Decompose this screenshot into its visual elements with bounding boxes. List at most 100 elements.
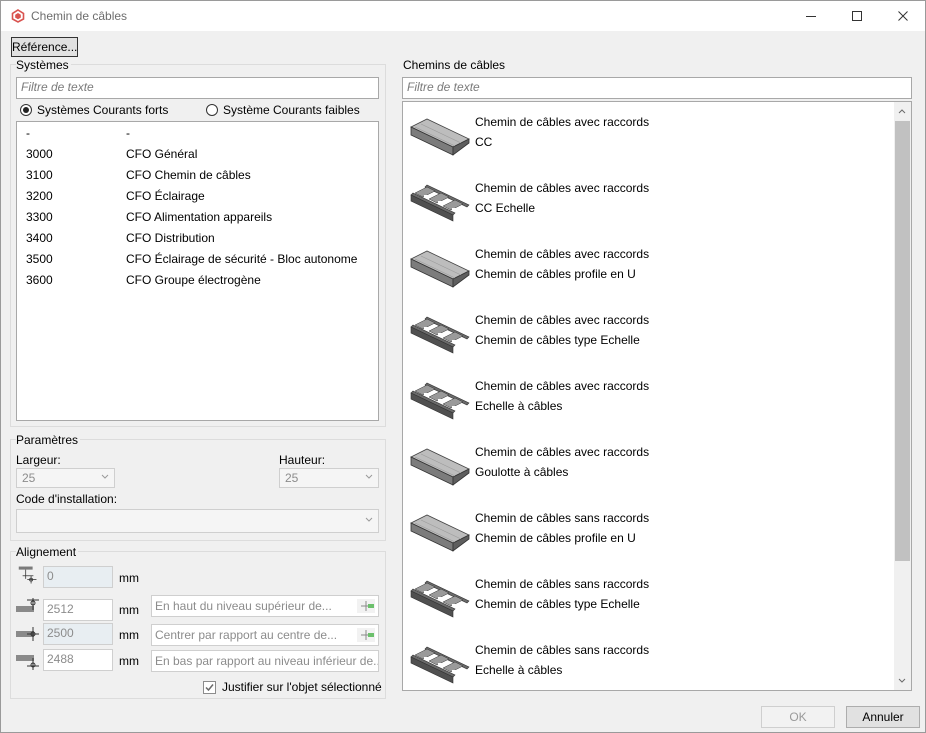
systems-row[interactable]: 3300 CFO Alimentation appareils bbox=[17, 207, 378, 228]
cancel-button[interactable]: Annuler bbox=[846, 706, 920, 728]
checkmark-icon bbox=[205, 683, 214, 691]
systems-row[interactable]: 3600 CFO Groupe électrogène bbox=[17, 270, 378, 291]
systems-list[interactable]: -- 3000 CFO Général 3100 CFO Chemin de câb… bbox=[16, 121, 379, 421]
cable-tray-type: Echelle à câbles bbox=[475, 663, 563, 677]
scroll-up-icon[interactable] bbox=[897, 106, 907, 116]
justify-checkbox[interactable]: Justifier sur l'objet sélectionné bbox=[203, 680, 382, 694]
systems-row[interactable]: 3000 CFO Général bbox=[17, 144, 378, 165]
cable-tray-item[interactable]: Chemin de câbles sans raccords Echelle à … bbox=[403, 631, 893, 690]
close-button[interactable] bbox=[880, 1, 926, 31]
system-name: CFO Éclairage bbox=[126, 189, 205, 203]
systems-row[interactable]: 3400 CFO Distribution bbox=[17, 228, 378, 249]
close-icon bbox=[898, 11, 908, 21]
radio-selected-indicator bbox=[20, 104, 32, 116]
cable-tray-item[interactable]: Chemin de câbles avec raccords Echelle à … bbox=[403, 367, 893, 433]
system-code: 3400 bbox=[26, 231, 53, 245]
cable-tray-type: Goulotte à câbles bbox=[475, 465, 569, 479]
title-bar[interactable]: Chemin de câbles bbox=[1, 1, 925, 31]
solid-tray-icon bbox=[409, 113, 471, 157]
systems-filter-input[interactable]: Filtre de texte bbox=[16, 77, 379, 99]
system-name: CFO Alimentation appareils bbox=[126, 210, 273, 224]
pick-level-icon[interactable] bbox=[357, 599, 375, 613]
cable-trays-list[interactable]: Chemin de câbles avec raccords CC Chemin d… bbox=[402, 101, 912, 691]
center-reference-select[interactable]: Centrer par rapport au centre de... bbox=[151, 624, 379, 646]
solid-tray-icon bbox=[409, 245, 471, 289]
bottom-align-icon bbox=[16, 655, 39, 670]
ladder-tray-icon bbox=[409, 641, 471, 685]
top-align-icon bbox=[16, 598, 39, 612]
cable-tray-item[interactable]: Chemin de câbles avec raccords Goulotte à… bbox=[403, 433, 893, 499]
maximize-button[interactable] bbox=[834, 1, 880, 31]
pick-level-icon[interactable] bbox=[357, 628, 375, 642]
ok-button[interactable]: OK bbox=[761, 706, 835, 728]
radio-unselected-indicator bbox=[206, 104, 218, 116]
height-label: Hauteur: bbox=[279, 453, 326, 467]
bottom-offset-input[interactable]: 2488 bbox=[43, 649, 113, 671]
center-offset-input[interactable]: 2500 bbox=[43, 623, 113, 645]
top-reference-select[interactable]: En haut du niveau supérieur de... bbox=[151, 595, 379, 617]
cable-tray-category: Chemin de câbles avec raccords bbox=[475, 313, 650, 327]
dialog-window: Chemin de câbles Référence... Systèmes F… bbox=[0, 0, 926, 733]
cable-tray-category: Chemin de câbles avec raccords bbox=[475, 379, 650, 393]
reference-button[interactable]: Référence... bbox=[11, 37, 78, 57]
scroll-thumb[interactable] bbox=[895, 121, 910, 561]
bottom-reference-select[interactable]: En bas par rapport au niveau inférieur d… bbox=[151, 650, 379, 672]
cable-tray-item[interactable]: Chemin de câbles avec raccords Chemin de … bbox=[403, 235, 893, 301]
scroll-down-icon[interactable] bbox=[897, 676, 907, 686]
center-offset-unit: mm bbox=[119, 628, 139, 642]
system-name: CFO Chemin de câbles bbox=[126, 168, 251, 182]
app-logo-icon bbox=[11, 9, 25, 23]
cable-tray-type: CC bbox=[475, 135, 493, 149]
system-name: CFO Groupe électrogène bbox=[126, 273, 261, 287]
system-name: - bbox=[126, 126, 130, 140]
solid-tray-icon bbox=[409, 509, 471, 553]
parameters-group-label: Paramètres bbox=[16, 433, 81, 447]
ladder-tray-icon bbox=[409, 377, 471, 421]
systems-row[interactable]: 3500 CFO Éclairage de sécurité - Bloc aut… bbox=[17, 249, 378, 270]
ladder-tray-icon bbox=[409, 575, 471, 619]
system-code: 3300 bbox=[26, 210, 53, 224]
cable-tray-type: Chemin de câbles type Echelle bbox=[475, 597, 640, 611]
cable-tray-category: Chemin de câbles avec raccords bbox=[475, 445, 650, 459]
systems-row[interactable]: -- bbox=[17, 123, 378, 144]
cable-tray-item[interactable]: Chemin de câbles avec raccords Chemin de … bbox=[403, 301, 893, 367]
chevron-down-icon bbox=[101, 474, 109, 479]
window-title: Chemin de câbles bbox=[31, 9, 128, 23]
install-code-select[interactable] bbox=[16, 509, 379, 533]
systems-row[interactable]: 3100 CFO Chemin de câbles bbox=[17, 165, 378, 186]
width-select[interactable]: 25 bbox=[16, 468, 115, 488]
width-value: 25 bbox=[22, 471, 36, 485]
systems-group-label: Systèmes bbox=[16, 58, 71, 72]
cable-trays-label: Chemins de câbles bbox=[403, 58, 506, 72]
radio-strong-current[interactable]: Systèmes Courants forts bbox=[20, 103, 168, 117]
width-label: Largeur: bbox=[16, 453, 61, 467]
cable-tray-item[interactable]: Chemin de câbles sans raccords Chemin de … bbox=[403, 565, 893, 631]
cable-tray-item[interactable]: Chemin de câbles sans raccords Chemin de … bbox=[403, 499, 893, 565]
cable-tray-type: CC Echelle bbox=[475, 201, 536, 215]
vertical-scrollbar[interactable] bbox=[894, 102, 911, 690]
height-value: 25 bbox=[285, 471, 299, 485]
cable-trays-filter-input[interactable]: Filtre de texte bbox=[402, 77, 912, 99]
cable-tray-item[interactable]: Chemin de câbles avec raccords CC bbox=[403, 103, 893, 169]
radio-weak-current[interactable]: Système Courants faibles bbox=[206, 103, 360, 117]
top-reference-value: En haut du niveau supérieur de... bbox=[155, 599, 332, 613]
cable-tray-item[interactable]: Chemin de câbles avec raccords CC Echelle bbox=[403, 169, 893, 235]
cable-tray-category: Chemin de câbles sans raccords bbox=[475, 577, 650, 591]
system-code: 3600 bbox=[26, 273, 53, 287]
cable-tray-type: Echelle à câbles bbox=[475, 399, 563, 413]
minimize-button[interactable] bbox=[788, 1, 834, 31]
offset-input[interactable]: 0 bbox=[43, 566, 113, 588]
ladder-tray-icon bbox=[409, 179, 471, 223]
system-name: CFO Éclairage de sécurité - Bloc autonom… bbox=[126, 252, 358, 266]
maximize-icon bbox=[852, 11, 862, 21]
cable-tray-type: Chemin de câbles profile en U bbox=[475, 267, 636, 281]
offset-unit: mm bbox=[119, 571, 139, 585]
center-reference-value: Centrer par rapport au centre de... bbox=[155, 628, 338, 642]
systems-row[interactable]: 3200 CFO Éclairage bbox=[17, 186, 378, 207]
system-code: 3200 bbox=[26, 189, 53, 203]
top-offset-input[interactable]: 2512 bbox=[43, 599, 113, 621]
cable-tray-category: Chemin de câbles avec raccords bbox=[475, 115, 650, 129]
height-select[interactable]: 25 bbox=[279, 468, 379, 488]
offset-align-icon bbox=[18, 566, 37, 584]
radio-weak-current-label: Système Courants faibles bbox=[223, 103, 360, 117]
